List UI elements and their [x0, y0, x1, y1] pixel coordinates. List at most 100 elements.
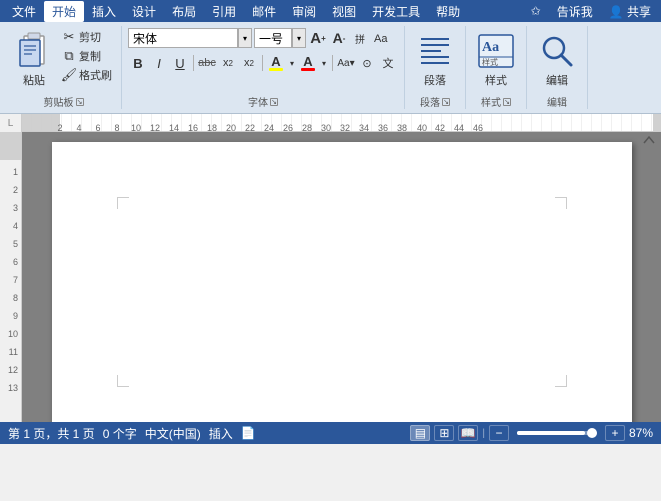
v-ruler-label-5: 5: [13, 239, 18, 249]
menu-item-home[interactable]: 开始: [44, 1, 84, 22]
menu-item-insert[interactable]: 插入: [84, 1, 124, 22]
ruler-label-38: 38: [397, 123, 407, 132]
highlight-button[interactable]: A: [266, 53, 286, 73]
cut-button[interactable]: ✂ 剪切: [58, 28, 115, 46]
document-content[interactable]: [122, 202, 562, 402]
print-layout-button[interactable]: ▤: [410, 425, 430, 441]
document-area: 1 2 3 4 5 6 7 8 9 10 11 12 13: [0, 132, 661, 422]
v-ruler-label-2: 2: [13, 185, 18, 195]
ruler-label-22: 22: [245, 123, 255, 132]
subscript-button[interactable]: x2: [218, 53, 238, 73]
menu-item-review[interactable]: 审阅: [284, 1, 324, 22]
v-ruler-label-10: 10: [8, 329, 18, 339]
menu-item-view[interactable]: 视图: [324, 1, 364, 22]
ruler-label-36: 36: [378, 123, 388, 132]
ruler-label-12: 12: [150, 123, 160, 132]
font-size-down-button[interactable]: A-: [329, 28, 349, 48]
zoom-slider-thumb[interactable]: [587, 428, 597, 438]
macro-icon[interactable]: 📄: [241, 426, 256, 440]
clear-format-button[interactable]: Aa: [371, 28, 391, 48]
styles-group-label: 样式 ↘: [472, 92, 520, 109]
font-name-dropdown[interactable]: ▾: [238, 28, 252, 48]
superscript-button[interactable]: x2: [239, 53, 259, 73]
bold-button[interactable]: B: [128, 53, 148, 73]
ruler-label-46: 46: [473, 123, 483, 132]
copy-button[interactable]: ⧉ 复制: [58, 47, 115, 65]
v-ruler-label-6: 6: [13, 257, 18, 267]
para-group-content: 段落: [411, 26, 459, 92]
ruler-label-6: 6: [95, 123, 100, 132]
edit-button[interactable]: 编辑: [533, 28, 581, 90]
font-name-combo[interactable]: 宋体 ▾: [128, 28, 252, 48]
page-count: 第 1 页，共 1 页: [8, 425, 95, 442]
status-bar-right: ▤ ⊞ 📖 | − + 87%: [410, 425, 653, 441]
page-canvas: [22, 132, 661, 422]
italic-button[interactable]: I: [149, 53, 169, 73]
document-page[interactable]: [52, 142, 632, 422]
zoom-out-button[interactable]: −: [489, 425, 509, 441]
font-name-input[interactable]: 宋体: [128, 28, 238, 48]
font-color-button[interactable]: A: [298, 53, 318, 73]
highlight-icon: A: [271, 55, 280, 68]
ribbon-collapse-button[interactable]: [641, 132, 657, 148]
change-case-button[interactable]: Aa▾: [336, 53, 356, 73]
menu-item-references[interactable]: 引用: [204, 1, 244, 22]
menu-right: ✩ 告诉我 👤 共享: [525, 1, 657, 22]
font-size-dropdown[interactable]: ▾: [292, 28, 306, 48]
paste-button[interactable]: 粘贴: [12, 28, 56, 90]
ruler-label-14: 14: [169, 123, 179, 132]
font-size-up-button[interactable]: A+: [308, 28, 328, 48]
input-mode[interactable]: 插入: [209, 425, 233, 442]
strikethrough-button[interactable]: abc: [197, 53, 217, 73]
underline-button[interactable]: U: [170, 53, 190, 73]
format-paint-button[interactable]: 🖌 格式刷: [58, 66, 115, 84]
ribbon-content: 粘贴 ✂ 剪切 ⧉ 复制 🖌 格式刷: [0, 22, 661, 114]
font-group-label: 字体 ↘: [128, 92, 398, 109]
word-count: 0 个字: [103, 425, 137, 442]
font-expand-icon[interactable]: ↘: [270, 98, 278, 106]
ruler-label-2: 2: [57, 123, 62, 132]
font-size-combo[interactable]: 一号 ▾: [254, 28, 306, 48]
menu-item-layout[interactable]: 布局: [164, 1, 204, 22]
zoom-percent[interactable]: 87%: [629, 426, 653, 440]
svg-text:样式: 样式: [482, 57, 498, 67]
styles-button[interactable]: Aa 样式 样式: [472, 28, 520, 90]
ruler-label-30: 30: [321, 123, 331, 132]
web-layout-button[interactable]: ⊞: [434, 425, 454, 441]
zoom-slider-fill: [517, 431, 585, 435]
para-label: 段落: [424, 72, 446, 88]
tell-me-item[interactable]: 告诉我: [551, 1, 599, 22]
light-bulb-icon[interactable]: ✩: [525, 2, 547, 20]
highlight-dropdown[interactable]: ▾: [287, 53, 297, 73]
share-button[interactable]: 👤 共享: [603, 1, 657, 22]
circle-char-button[interactable]: ⊙: [357, 53, 377, 73]
edit-icon: [537, 30, 577, 72]
font-size-input[interactable]: 一号: [254, 28, 292, 48]
zoom-in-button[interactable]: +: [605, 425, 625, 441]
clipboard-expand-icon[interactable]: ↘: [76, 98, 84, 106]
ribbon-group-para: 段落 段落 ↘: [405, 26, 466, 109]
clipboard-group-label: 剪贴板 ↘: [12, 92, 115, 109]
menu-item-file[interactable]: 文件: [4, 1, 44, 22]
styles-icon: Aa 样式: [476, 30, 516, 72]
copy-icon: ⧉: [61, 48, 77, 64]
styles-expand-icon[interactable]: ↘: [503, 98, 511, 106]
font-group-content: 宋体 ▾ 一号 ▾ A+ A- 拼: [128, 26, 398, 92]
font-color-dropdown[interactable]: ▾: [319, 53, 329, 73]
menu-item-mail[interactable]: 邮件: [244, 1, 284, 22]
menu-item-design[interactable]: 设计: [124, 1, 164, 22]
menu-item-help[interactable]: 帮助: [428, 1, 468, 22]
clipboard-small-buttons: ✂ 剪切 ⧉ 复制 🖌 格式刷: [58, 28, 115, 84]
edit-label: 编辑: [546, 72, 568, 88]
zoom-slider[interactable]: [517, 431, 597, 435]
paragraph-button[interactable]: 段落: [411, 28, 459, 90]
highlight-color-bar: [269, 68, 283, 71]
menu-item-developer[interactable]: 开发工具: [364, 1, 428, 22]
char-border-button[interactable]: 文: [378, 53, 398, 73]
phonetic-guide-button[interactable]: 拼: [350, 28, 370, 48]
para-expand-icon[interactable]: ↘: [442, 98, 450, 106]
para-group-label: 段落 ↘: [411, 92, 459, 109]
read-mode-button[interactable]: 📖: [458, 425, 478, 441]
ruler-corner[interactable]: L: [0, 114, 22, 132]
ruler-label-42: 42: [435, 123, 445, 132]
